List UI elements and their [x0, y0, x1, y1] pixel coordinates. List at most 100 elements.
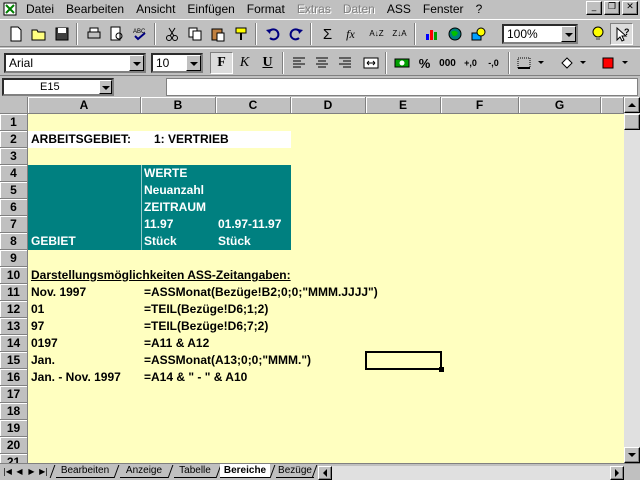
scroll-down-button[interactable]: [624, 447, 640, 463]
scroll-up-button[interactable]: [624, 97, 640, 113]
row-header[interactable]: 15: [0, 352, 28, 369]
first-sheet-icon[interactable]: |◀: [2, 466, 13, 478]
percent-button[interactable]: %: [413, 52, 436, 74]
column-header-c[interactable]: C: [216, 97, 291, 114]
cell-a14[interactable]: 0197: [29, 335, 58, 352]
tab-bearbeiten[interactable]: Bearbeiten: [56, 464, 114, 478]
row-header[interactable]: 16: [0, 369, 28, 386]
column-header-h[interactable]: [601, 97, 624, 114]
align-right-icon[interactable]: [333, 52, 356, 74]
menu-ansicht[interactable]: Ansicht: [131, 0, 182, 18]
row-header[interactable]: 20: [0, 437, 28, 454]
cell-c8[interactable]: Stück: [216, 233, 251, 250]
cell-b5[interactable]: Neuanzahl: [142, 182, 204, 199]
thousands-separator-button[interactable]: 000: [436, 52, 459, 74]
row-header[interactable]: 5: [0, 182, 28, 199]
sort-descending-icon[interactable]: Z↓A: [388, 23, 411, 45]
row-header[interactable]: 8: [0, 233, 28, 250]
print-icon[interactable]: [82, 23, 105, 45]
column-header-e[interactable]: E: [366, 97, 441, 114]
row-header[interactable]: 10: [0, 267, 28, 284]
borders-icon[interactable]: [514, 52, 550, 74]
menu-ass[interactable]: ASS: [382, 0, 418, 18]
select-all-corner[interactable]: [0, 97, 28, 114]
column-header-g[interactable]: G: [519, 97, 601, 114]
cell-a16[interactable]: Jan. - Nov. 1997: [29, 369, 121, 386]
row-header[interactable]: 14: [0, 335, 28, 352]
horizontal-scrollbar[interactable]: [318, 466, 624, 480]
paste-icon[interactable]: [206, 23, 229, 45]
cell-b16[interactable]: =A14 & " - " & A10: [142, 369, 247, 386]
map-icon[interactable]: [443, 23, 466, 45]
redo-icon[interactable]: [284, 23, 307, 45]
font-size-select[interactable]: 10: [151, 53, 203, 73]
chevron-down-icon[interactable]: [99, 80, 112, 94]
row-header[interactable]: 11: [0, 284, 28, 301]
scroll-right-button[interactable]: [610, 466, 624, 480]
row-header[interactable]: 9: [0, 250, 28, 267]
cell-b4[interactable]: WERTE: [142, 165, 187, 182]
row-header[interactable]: 6: [0, 199, 28, 216]
cell-b15[interactable]: =ASSMonat(A13;0;0;"MMM."): [142, 352, 311, 369]
autosum-icon[interactable]: Σ: [316, 23, 339, 45]
undo-icon[interactable]: [261, 23, 284, 45]
menu-datei[interactable]: Datei: [21, 0, 61, 18]
row-header[interactable]: 21: [0, 454, 28, 463]
cell-b7[interactable]: 11.97: [142, 216, 173, 233]
menu-einfuegen[interactable]: Einfügen: [182, 0, 241, 18]
tab-bezuege[interactable]: Bezüge: [276, 464, 314, 478]
row-header[interactable]: 18: [0, 403, 28, 420]
column-header-d[interactable]: D: [291, 97, 366, 114]
fill-color-icon[interactable]: [556, 52, 592, 74]
scroll-left-button[interactable]: [318, 466, 332, 480]
cell-b13[interactable]: =TEIL(Bezüge!D6;7;2): [142, 318, 268, 335]
row-header[interactable]: 13: [0, 318, 28, 335]
row-header[interactable]: 12: [0, 301, 28, 318]
cut-icon[interactable]: [160, 23, 183, 45]
function-wizard-icon[interactable]: fx: [339, 23, 362, 45]
merge-center-icon[interactable]: [359, 52, 382, 74]
increase-decimal-button[interactable]: +,0: [459, 52, 482, 74]
row-header[interactable]: 7: [0, 216, 28, 233]
font-color-icon[interactable]: [598, 52, 634, 74]
row-header[interactable]: 2: [0, 131, 28, 148]
menu-bearbeiten[interactable]: Bearbeiten: [61, 0, 131, 18]
format-painter-icon[interactable]: [229, 23, 252, 45]
minimize-button[interactable]: _: [586, 1, 602, 15]
column-header-b[interactable]: B: [141, 97, 216, 114]
decrease-decimal-button[interactable]: -,0: [482, 52, 505, 74]
formula-input[interactable]: [166, 78, 638, 96]
cell-c7[interactable]: 01.97-11.97: [216, 216, 281, 233]
last-sheet-icon[interactable]: ▶|: [38, 466, 49, 478]
save-icon[interactable]: [50, 23, 73, 45]
scroll-thumb[interactable]: [624, 114, 640, 130]
print-preview-icon[interactable]: [105, 23, 128, 45]
italic-button[interactable]: K: [233, 52, 256, 74]
drawing-icon[interactable]: [466, 23, 489, 45]
active-cell-selection[interactable]: [365, 351, 444, 372]
cell-a12[interactable]: 01: [29, 301, 44, 318]
zoom-select[interactable]: 100%: [502, 24, 578, 44]
cell-b12[interactable]: =TEIL(Bezüge!D6;1;2): [142, 301, 268, 318]
row-header[interactable]: 1: [0, 114, 28, 131]
cell-a11[interactable]: Nov. 1997: [29, 284, 86, 301]
font-select[interactable]: Arial: [4, 53, 146, 73]
cell-a8[interactable]: GEBIET: [29, 233, 76, 250]
underline-button[interactable]: U: [256, 52, 279, 74]
name-box[interactable]: E15: [2, 78, 114, 96]
chevron-down-icon[interactable]: [561, 26, 576, 42]
column-header-a[interactable]: A: [28, 97, 141, 114]
spellcheck-icon[interactable]: ABC: [128, 23, 151, 45]
menu-help[interactable]: ?: [471, 0, 490, 18]
chevron-down-icon[interactable]: [186, 55, 201, 71]
row-header[interactable]: 19: [0, 420, 28, 437]
column-header-f[interactable]: F: [441, 97, 519, 114]
bold-button[interactable]: F: [210, 52, 233, 74]
prev-sheet-icon[interactable]: ◀: [14, 466, 25, 478]
sort-ascending-icon[interactable]: A↓Z: [365, 23, 388, 45]
tab-bereiche[interactable]: Bereiche: [220, 464, 270, 478]
cell-b11[interactable]: =ASSMonat(Bezüge!B2;0;0;"MMM.JJJJ"): [142, 284, 378, 301]
help-icon[interactable]: ?: [610, 23, 633, 45]
cell-b8[interactable]: Stück: [142, 233, 177, 250]
next-sheet-icon[interactable]: ▶: [26, 466, 37, 478]
